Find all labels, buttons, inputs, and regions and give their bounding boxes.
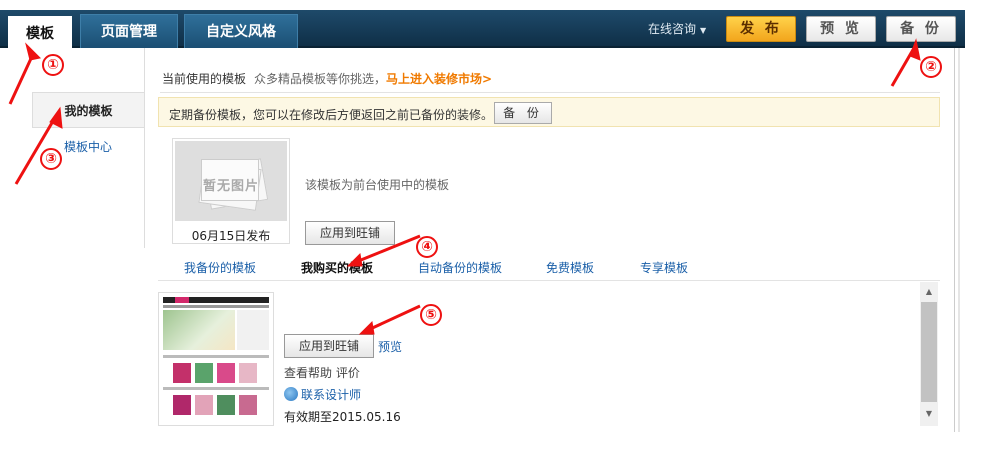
annotation-badge-1: ① — [42, 54, 64, 76]
sidebar-item-template-center[interactable]: 模板中心 — [64, 138, 112, 155]
publish-date: 06月15日发布 — [191, 229, 271, 243]
sidebar-divider — [144, 48, 145, 128]
current-template-header: 当前使用的模板 众多精品模板等你挑选，马上进入装修市场> — [162, 70, 492, 87]
thumbnail-product — [217, 395, 235, 415]
subtab-purchased[interactable]: 我购买的模板 — [301, 259, 373, 276]
top-navigation-bar: 模板 页面管理 自定义风格 在线咨询 ▼ 发 布 预 览 备 份 — [0, 10, 965, 50]
thumbnail-row — [163, 355, 269, 358]
thumbnail-product — [239, 363, 257, 383]
thumbnail-product — [239, 395, 257, 415]
list-scrollbar[interactable]: ▲ ▼ — [920, 282, 938, 426]
thumbnail-product — [173, 363, 191, 383]
subtab-exclusive[interactable]: 专享模板 — [640, 259, 688, 276]
scroll-up-icon[interactable]: ▲ — [920, 284, 938, 300]
market-link[interactable]: 马上进入装修市场> — [386, 72, 492, 86]
sidebar-divider — [144, 128, 145, 248]
content-right-shadow — [958, 48, 960, 432]
thumbnail-product — [173, 395, 191, 415]
arrow-2 — [890, 47, 916, 87]
online-consult-dropdown[interactable]: 在线咨询 ▼ — [648, 10, 706, 48]
validity-date: 有效期至2015.05.16 — [284, 410, 401, 424]
apply-to-shop-button[interactable]: 应用到旺铺 — [305, 221, 395, 245]
no-image-label: 暂无图片 — [202, 179, 259, 194]
current-template-card: 暂无图片 06月15日发布 — [172, 138, 290, 244]
subtab-my-backups[interactable]: 我备份的模板 — [184, 259, 256, 276]
tab-page-management[interactable]: 页面管理 — [80, 14, 178, 48]
thumbnail-logo — [175, 297, 189, 303]
sidebar-item-my-templates[interactable]: 我的模板 — [32, 92, 144, 128]
subtab-free[interactable]: 免费模板 — [546, 259, 594, 276]
backup-button[interactable]: 备 份 — [886, 16, 956, 42]
divider — [158, 280, 940, 281]
scroll-down-icon[interactable]: ▼ — [920, 406, 938, 422]
publish-button[interactable]: 发 布 — [726, 16, 796, 42]
template-list: 应用到旺铺 预览 查看帮助 评价 联系设计师 有效期至2015.05.16 — [158, 282, 938, 426]
thumbnail-product — [195, 395, 213, 415]
backup-notice: 定期备份模板，您可以在修改后方便返回之前已备份的装修。 备 份 — [158, 97, 940, 127]
scrollbar-thumb[interactable] — [921, 302, 937, 402]
item-preview-link[interactable]: 预览 — [378, 338, 402, 355]
tab-template[interactable]: 模板 — [8, 16, 72, 50]
no-image-placeholder: 暂无图片 — [175, 141, 287, 221]
preview-button[interactable]: 预 览 — [806, 16, 876, 42]
thumbnail-product — [195, 363, 213, 383]
notice-backup-button[interactable]: 备 份 — [494, 102, 552, 124]
thumbnail-product — [217, 363, 235, 383]
annotation-badge-2: ② — [920, 56, 942, 78]
subtab-auto-backups[interactable]: 自动备份的模板 — [418, 259, 502, 276]
annotation-badge-4: ④ — [416, 236, 438, 258]
thumbnail-banner — [163, 310, 235, 350]
contact-designer-label: 联系设计师 — [301, 388, 362, 402]
current-template-description: 该模板为前台使用中的模板 — [305, 178, 450, 192]
thumbnail-nav — [163, 305, 269, 308]
item-apply-button[interactable]: 应用到旺铺 — [284, 334, 374, 358]
tab-custom-style[interactable]: 自定义风格 — [184, 14, 298, 48]
annotation-badge-3: ③ — [40, 148, 62, 170]
content-right-border — [954, 48, 955, 432]
thumbnail-sidebar — [237, 310, 269, 350]
item-help-rating[interactable]: 查看帮助 评价 — [284, 364, 360, 381]
template-thumbnail[interactable] — [158, 292, 274, 426]
thumbnail-row — [163, 387, 269, 390]
annotation-badge-5: ⑤ — [420, 304, 442, 326]
current-template-title: 当前使用的模板 — [162, 72, 247, 86]
online-consult-label: 在线咨询 — [648, 22, 697, 36]
chat-icon — [284, 387, 298, 401]
arrow-1 — [8, 51, 36, 105]
chevron-down-icon: ▼ — [700, 26, 707, 35]
header-hint: 众多精品模板等你挑选， — [254, 72, 387, 86]
divider — [160, 92, 940, 93]
backup-notice-text: 定期备份模板，您可以在修改后方便返回之前已备份的装修。 — [169, 108, 494, 122]
contact-designer-link[interactable]: 联系设计师 — [284, 386, 361, 403]
